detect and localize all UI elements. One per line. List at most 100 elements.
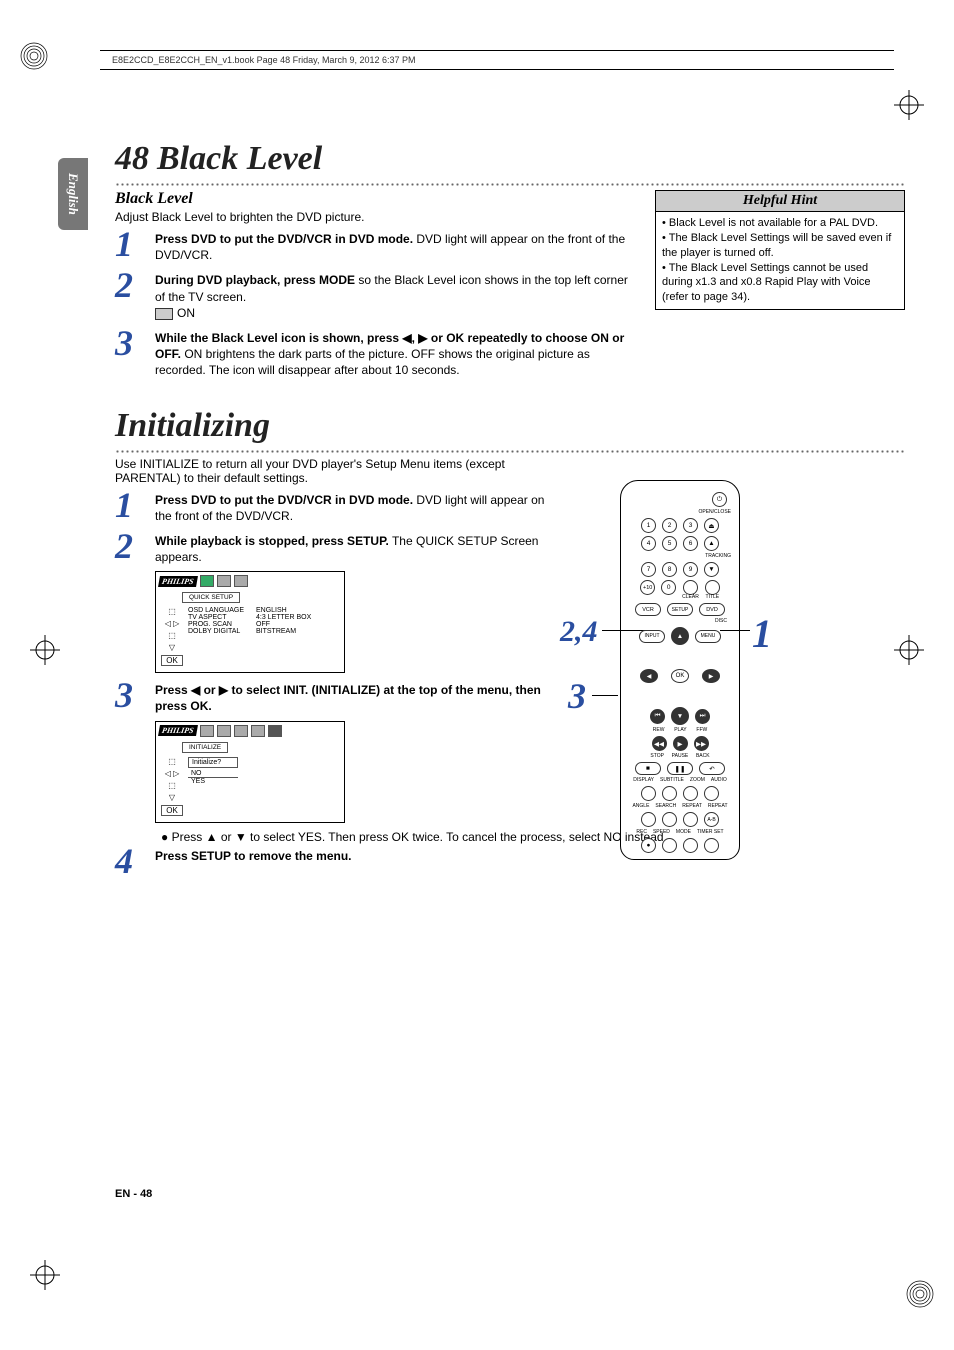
ab-button: A-B (704, 812, 719, 827)
helpful-hint-box: Helpful Hint Black Level is not availabl… (655, 190, 905, 310)
rew-label: REW (653, 728, 665, 733)
step-number: 2 (115, 530, 155, 562)
menu-val: ENGLISH (256, 607, 287, 614)
menu-key: OSD LANGUAGE (188, 607, 248, 614)
init-step-4: 4 Press SETUP to remove the menu. (115, 845, 905, 877)
input-button: INPUT (639, 630, 665, 643)
repeat-button (683, 812, 698, 827)
init-step-3: 3 Press ◀ or ▶ to select INIT. (INITIALI… (115, 679, 905, 714)
initialize-tab: INITIALIZE (182, 742, 228, 753)
next-button: ⏭ (695, 709, 710, 724)
language-tab: English (58, 158, 88, 230)
subtitle-label: SUBTITLE (660, 778, 684, 783)
nav-up-button: ▲ (671, 627, 689, 645)
step-body: While the Black Level icon is shown, pre… (155, 327, 637, 379)
eject-button: ⏏ (704, 518, 719, 533)
num-button: 3 (683, 518, 698, 533)
pause-button: ❚❚ (667, 762, 693, 775)
divider-dots (115, 447, 905, 453)
bl-step-3: 3 While the Black Level icon is shown, p… (115, 327, 637, 379)
heading-initializing: Initializing (115, 407, 905, 445)
ok-button: OK (671, 669, 689, 683)
tv-icon (155, 308, 173, 320)
num-button: 9 (683, 562, 698, 577)
heading-initializing-text: Initializing (115, 407, 270, 444)
callout-3: 3 (568, 675, 586, 717)
ok-button: OK (161, 805, 183, 816)
reg-mark-ml (30, 635, 60, 665)
hint-item: Black Level is not available for a PAL D… (662, 216, 898, 231)
step-body: Press DVD to put the DVD/VCR in DVD mode… (155, 228, 637, 263)
language-tab-label: English (65, 173, 81, 215)
step-bold: Press DVD to put the DVD/VCR in DVD mode… (155, 493, 413, 507)
quick-setup-tab: QUICK SETUP (182, 592, 240, 603)
step-number: 1 (115, 228, 155, 260)
reg-mark-tr (894, 90, 924, 120)
title-button (705, 580, 720, 595)
angle-button (641, 812, 656, 827)
rec-label: REC (636, 830, 647, 835)
menu-val: OFF (256, 621, 270, 628)
num-button: 0 (661, 580, 676, 595)
philips-logo: PHILIPS (158, 725, 198, 736)
num-button: 5 (662, 536, 677, 551)
step-bold: Press ◀ or ▶ to select INIT. (INITIALIZE… (155, 683, 541, 713)
speed-button (662, 838, 677, 853)
menu-key: DOLBY DIGITAL (188, 628, 248, 635)
prev-button: ⏮ (650, 709, 665, 724)
ffw-label: FFW (696, 728, 707, 733)
display-label: DISPLAY (633, 778, 654, 783)
menu-key: PROG. SCAN (188, 621, 248, 628)
step-number: 4 (115, 845, 155, 877)
audio-label: AUDIO (711, 778, 727, 783)
display-button (641, 786, 656, 801)
side-icons: ⬚◁ ▷⬚▽ OK (162, 607, 182, 666)
side-icons: ⬚◁ ▷⬚▽ OK (162, 757, 182, 816)
dvd-button: DVD (699, 603, 725, 616)
ok-button: OK (161, 655, 183, 666)
nav-down-button: ▼ (671, 707, 689, 725)
step-body: Press ◀ or ▶ to select INIT. (INITIALIZE… (155, 679, 555, 714)
up-chan-button: ▲ (704, 536, 719, 551)
audio-button (704, 786, 719, 801)
tab-icon (217, 725, 231, 737)
book-header-text: E8E2CCD_E8E2CCH_EN_v1.book Page 48 Frida… (112, 55, 416, 65)
step-bold: While playback is stopped, press SETUP. (155, 534, 389, 548)
rew-button: ◀◀ (652, 736, 667, 751)
page-number: 48 (115, 140, 149, 177)
initializing-intro: Use INITIALIZE to return all your DVD pl… (115, 457, 545, 485)
num-button: 7 (641, 562, 656, 577)
ffw-button: ▶▶ (694, 736, 709, 751)
tab-icon (217, 575, 231, 587)
step-bold: Press DVD to put the DVD/VCR in DVD mode… (155, 232, 413, 246)
nav-pad: ◀ OK ▶ (640, 648, 720, 704)
power-button: ⏻ (712, 492, 727, 507)
option-no: NO (188, 770, 238, 778)
tab-icon (251, 725, 265, 737)
divider-dots (115, 180, 905, 186)
timer-label: TIMER SET (697, 830, 724, 835)
initialize-screen: PHILIPS INITIALIZE ⬚◁ ▷⬚▽ OK Initialize?… (155, 721, 345, 823)
bl-step-1: 1 Press DVD to put the DVD/VCR in DVD mo… (115, 228, 637, 263)
nav-left-button: ◀ (640, 669, 658, 683)
open-close-label: OPEN/CLOSE (627, 510, 733, 515)
page-footer: EN - 48 (115, 1188, 152, 1200)
play-button: ▶ (673, 736, 688, 751)
callout-24: 2,4 (560, 615, 598, 649)
book-header: E8E2CCD_E8E2CCH_EN_v1.book Page 48 Frida… (100, 50, 894, 70)
zoom-button (683, 786, 698, 801)
footer-lang: EN (115, 1188, 130, 1200)
num-button: 2 (662, 518, 677, 533)
heading-black-level: 48Black Level (115, 140, 905, 178)
menu-key: TV ASPECT (188, 614, 248, 621)
num-button: 8 (662, 562, 677, 577)
subhead-black-level: Black Level (115, 190, 637, 208)
black-level-intro: Adjust Black Level to brighten the DVD p… (115, 210, 637, 224)
tab-icon (268, 725, 282, 737)
step-number: 3 (115, 327, 155, 359)
repeat-ab-label: REPEAT (708, 804, 728, 809)
title-label: TITLE (706, 595, 720, 600)
heading-black-level-text: Black Level (157, 140, 322, 177)
setup-button: SETUP (667, 603, 693, 616)
philips-logo: PHILIPS (158, 576, 198, 587)
